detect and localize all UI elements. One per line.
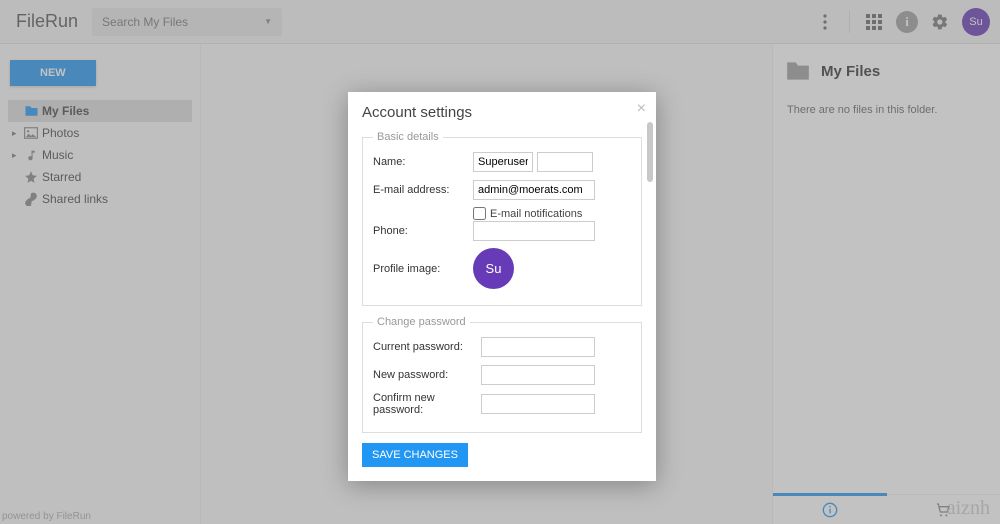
close-icon[interactable]: × [637,100,646,118]
current-password-input[interactable] [481,337,595,357]
new-password-label: New password: [373,369,481,381]
modal-title: Account settings [362,104,642,121]
row-email: E-mail address: [373,179,631,201]
save-changes-button[interactable]: SAVE CHANGES [362,443,468,467]
confirm-password-input[interactable] [481,394,595,414]
row-profile-image: Profile image: Su [373,248,631,289]
last-name-input[interactable] [537,152,593,172]
row-name: Name: [373,151,631,173]
row-notifications: E-mail notifications [473,207,631,220]
name-label: Name: [373,156,473,168]
row-phone: Phone: [373,220,631,242]
email-notifications-label: E-mail notifications [490,208,582,220]
row-confirm-password: Confirm new password: [373,392,631,416]
row-current-password: Current password: [373,336,631,358]
current-password-label: Current password: [373,341,481,353]
phone-label: Phone: [373,225,473,237]
email-input[interactable] [473,180,595,200]
profile-avatar[interactable]: Su [473,248,514,289]
row-new-password: New password: [373,364,631,386]
new-password-input[interactable] [481,365,595,385]
phone-input[interactable] [473,221,595,241]
account-settings-modal: × Account settings Basic details Name: E… [348,92,656,481]
scrollbar[interactable] [647,122,653,182]
profile-image-label: Profile image: [373,263,473,275]
confirm-password-label: Confirm new password: [373,392,481,416]
change-password-fieldset: Change password Current password: New pa… [362,316,642,433]
email-notifications-checkbox[interactable] [473,207,486,220]
basic-legend: Basic details [373,131,443,143]
password-legend: Change password [373,316,470,328]
basic-details-fieldset: Basic details Name: E-mail address: E-ma… [362,131,642,306]
email-label: E-mail address: [373,184,473,196]
first-name-input[interactable] [473,152,533,172]
